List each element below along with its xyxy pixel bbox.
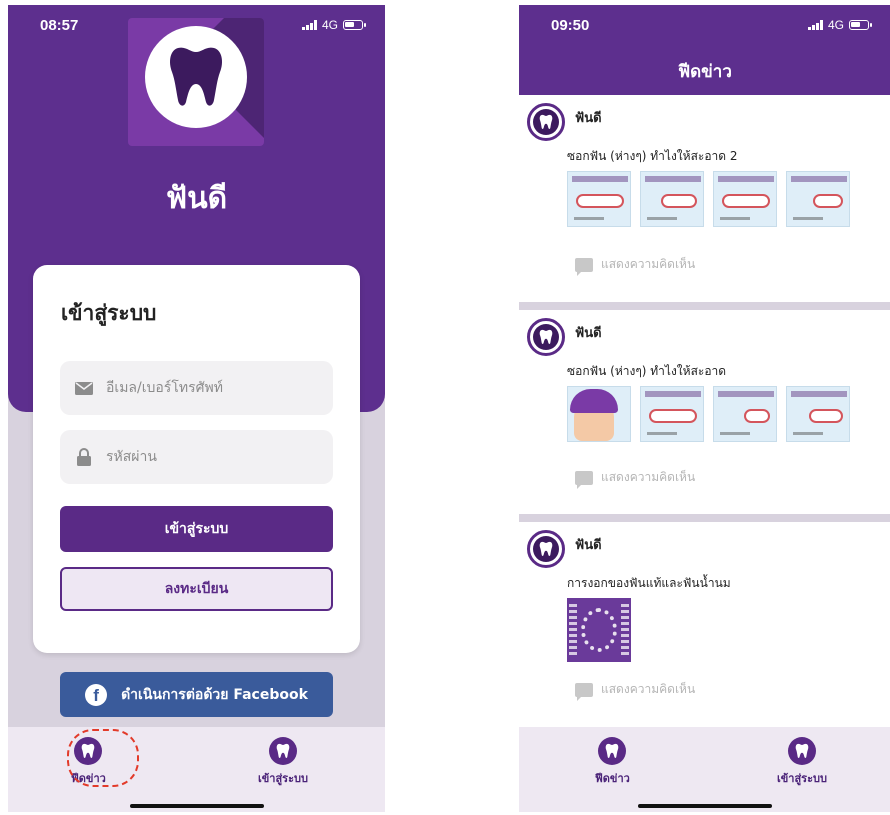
comment-label: แสดงความคิดเห็น [601, 257, 696, 271]
post-image[interactable] [567, 598, 631, 662]
tooth-icon [268, 737, 297, 765]
comment-button[interactable]: แสดงความคิดเห็น [575, 255, 696, 276]
facebook-icon: f [85, 683, 108, 706]
lock-icon [74, 448, 94, 466]
login-button[interactable]: เข้าสู่ระบบ [60, 506, 333, 552]
comment-icon [575, 470, 593, 489]
tooth-icon [533, 109, 559, 135]
tab-login[interactable]: เข้าสู่ระบบ [258, 737, 308, 787]
tab-bar: ฟีดข่าว เข้าสู่ระบบ [8, 727, 385, 812]
tab-label: ฟีดข่าว [595, 772, 630, 785]
post-author: ฟันดี [575, 326, 602, 341]
facebook-button-label: ดำเนินการต่อด้วย Facebook [121, 686, 308, 703]
comment-icon [575, 682, 593, 701]
app-header: 09:50 4G ฟีดข่าว [519, 5, 890, 95]
status-time: 09:50 [551, 17, 590, 34]
password-placeholder: รหัสผ่าน [106, 449, 157, 465]
comment-icon [575, 257, 593, 276]
highlight-annotation [67, 729, 139, 787]
feed-post[interactable]: ฟันดี ซอกฟัน (ห่างๆ) ทำไงให้สะอาด 2 แสดง… [519, 95, 890, 295]
home-indicator [129, 804, 264, 808]
battery-icon [849, 20, 872, 30]
post-image[interactable] [713, 386, 777, 442]
post-divider [519, 514, 890, 522]
post-title: ซอกฟัน (ห่างๆ) ทำไงให้สะอาด [567, 364, 727, 378]
post-divider [519, 302, 890, 310]
tab-label: เข้าสู่ระบบ [777, 772, 827, 785]
comment-label: แสดงความคิดเห็น [601, 470, 696, 484]
login-card: เข้าสู่ระบบ อีเมล/เบอร์โทรศัพท์ รหัสผ่าน… [33, 265, 360, 653]
post-image[interactable] [567, 386, 631, 442]
comment-label: แสดงความคิดเห็น [601, 682, 696, 696]
post-images [567, 171, 850, 227]
home-indicator [638, 804, 772, 808]
tooth-icon [598, 737, 627, 765]
post-image[interactable] [640, 386, 704, 442]
network-type: 4G [321, 18, 338, 32]
app-title: ฟันดี [165, 181, 228, 216]
post-image[interactable] [713, 171, 777, 227]
tooth-icon [533, 324, 559, 350]
avatar [527, 103, 565, 141]
tab-label: เข้าสู่ระบบ [258, 772, 308, 785]
login-heading: เข้าสู่ระบบ [61, 301, 157, 325]
page-title: ฟีดข่าว [678, 62, 732, 82]
tooth-icon [170, 47, 222, 106]
register-button[interactable]: ลงทะเบียน [60, 567, 333, 611]
tab-news-feed[interactable]: ฟีดข่าว [595, 737, 630, 787]
tooth-icon [533, 536, 559, 562]
tab-login[interactable]: เข้าสู่ระบบ [777, 737, 827, 787]
post-author: ฟันดี [575, 111, 602, 126]
status-time: 08:57 [40, 17, 79, 34]
post-images [567, 598, 631, 662]
news-feed-screen: 09:50 4G ฟีดข่าว ฟันดี ซอกฟัน (ห่างๆ) ทำ… [519, 5, 890, 812]
tooth-icon [787, 737, 816, 765]
mail-icon [74, 381, 94, 395]
facebook-login-button[interactable]: f ดำเนินการต่อด้วย Facebook [60, 672, 333, 717]
status-bar: 09:50 4G [519, 5, 890, 45]
post-author: ฟันดี [575, 538, 602, 553]
feed-post[interactable]: ฟันดี ซอกฟัน (ห่างๆ) ทำไงให้สะอาด แสดงคว… [519, 310, 890, 510]
network-type: 4G [827, 18, 844, 32]
avatar [527, 530, 565, 568]
signal-icon [807, 20, 823, 30]
comment-button[interactable]: แสดงความคิดเห็น [575, 468, 696, 489]
post-image[interactable] [786, 386, 850, 442]
avatar [527, 318, 565, 356]
feed-post[interactable]: ฟันดี การงอกของฟันแท้และฟันน้ำนม แสดงควา… [519, 522, 890, 734]
status-bar: 08:57 4G [8, 5, 385, 45]
post-title: ซอกฟัน (ห่างๆ) ทำไงให้สะอาด 2 [567, 149, 738, 163]
email-placeholder: อีเมล/เบอร์โทรศัพท์ [106, 380, 223, 396]
post-image[interactable] [786, 171, 850, 227]
post-images [567, 386, 850, 442]
comment-button[interactable]: แสดงความคิดเห็น [575, 680, 696, 701]
battery-icon [343, 20, 366, 30]
login-screen: ฟันดี 08:57 4G เข้าสู่ระบบ อีเมล/เบอร์โท… [8, 5, 385, 812]
email-field[interactable]: อีเมล/เบอร์โทรศัพท์ [60, 361, 333, 415]
post-title: การงอกของฟันแท้และฟันน้ำนม [567, 576, 731, 590]
post-image[interactable] [640, 171, 704, 227]
signal-icon [301, 20, 317, 30]
password-field[interactable]: รหัสผ่าน [60, 430, 333, 484]
tab-bar: ฟีดข่าว เข้าสู่ระบบ [519, 727, 890, 812]
post-image[interactable] [567, 171, 631, 227]
